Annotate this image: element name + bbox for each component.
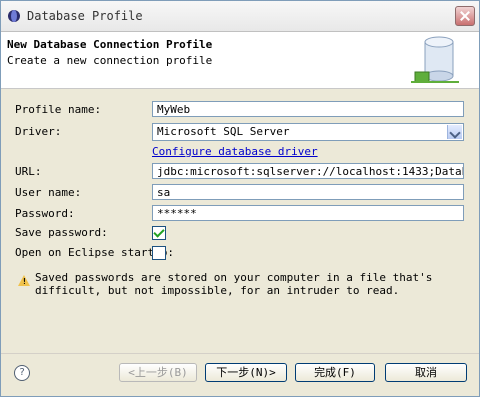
user-name-field[interactable]: sa (152, 184, 464, 200)
user-name-label: User name: (15, 186, 82, 199)
database-icon (411, 36, 459, 83)
back-button[interactable]: <上一步(B) (119, 363, 197, 382)
dialog-window: Database Profile New Database Connection… (0, 0, 480, 397)
finish-button[interactable]: 完成(F) (295, 363, 375, 382)
help-icon[interactable]: ? (14, 365, 30, 381)
startup-checkbox[interactable] (152, 246, 166, 260)
warning-message: Saved passwords are stored on your compu… (35, 271, 433, 297)
banner-title: New Database Connection Profile (7, 38, 213, 51)
driver-select[interactable]: Microsoft SQL Server (152, 123, 464, 141)
driver-label: Driver: (15, 125, 62, 138)
driver-value: Microsoft SQL Server (157, 125, 290, 138)
password-field[interactable]: ****** (152, 205, 464, 221)
save-password-label: Save password: (15, 226, 108, 239)
save-password-checkbox[interactable] (152, 226, 166, 240)
wizard-banner: New Database Connection Profile Create a… (1, 32, 479, 89)
close-icon[interactable] (455, 6, 475, 26)
profile-name-field[interactable]: MyWeb (152, 101, 464, 117)
profile-name-label: Profile name: (15, 103, 102, 116)
password-label: Password: (15, 207, 75, 220)
next-button[interactable]: 下一步(N)> (205, 363, 287, 382)
url-label: URL: (15, 165, 42, 178)
dropdown-arrow-icon[interactable] (447, 125, 462, 139)
cancel-button[interactable]: 取消 (385, 363, 467, 382)
app-icon (8, 10, 20, 22)
url-field[interactable]: jdbc:microsoft:sqlserver://localhost:143… (152, 163, 464, 179)
form-area: Profile name: MyWeb Driver: Microsoft SQ… (1, 89, 479, 349)
startup-label: Open on Eclipse startup: (15, 246, 174, 259)
banner-subtitle: Create a new connection profile (7, 54, 213, 67)
configure-driver-link[interactable]: Configure database driver (152, 145, 318, 158)
window-title: Database Profile (27, 9, 143, 23)
warning-icon (18, 275, 30, 286)
title-bar: Database Profile (1, 1, 479, 32)
footer-separator (1, 353, 479, 354)
